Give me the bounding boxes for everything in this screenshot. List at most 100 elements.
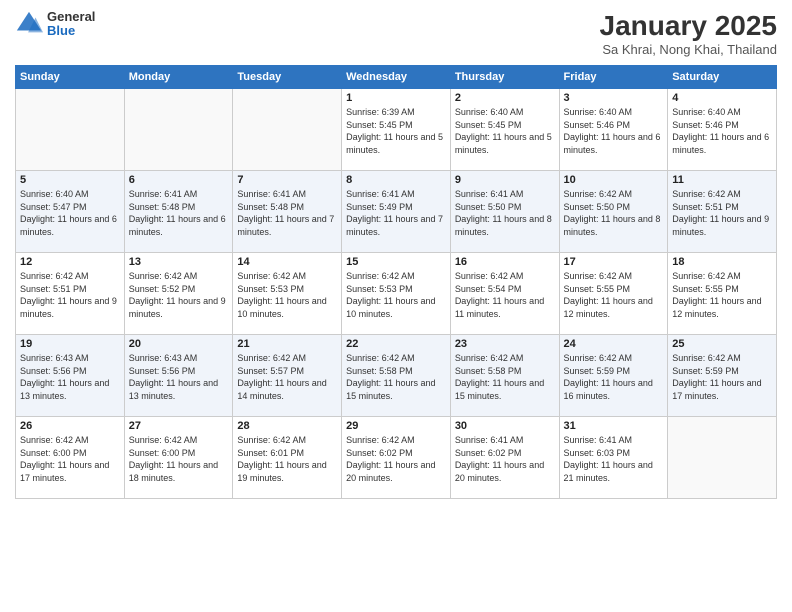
day-number: 2	[455, 92, 555, 104]
calendar-cell: 2 Sunrise: 6:40 AM Sunset: 5:45 PM Daylig…	[450, 89, 559, 171]
day-number: 9	[455, 174, 555, 186]
day-number: 25	[672, 338, 772, 350]
day-number: 16	[455, 256, 555, 268]
logo-general-text: General	[47, 10, 95, 24]
day-number: 21	[237, 338, 337, 350]
day-info: Sunrise: 6:42 AM Sunset: 5:58 PM Dayligh…	[346, 352, 446, 402]
day-number: 5	[20, 174, 120, 186]
day-number: 14	[237, 256, 337, 268]
location-subtitle: Sa Khrai, Nong Khai, Thailand	[600, 42, 777, 57]
day-info: Sunrise: 6:42 AM Sunset: 5:59 PM Dayligh…	[672, 352, 772, 402]
calendar-cell: 8 Sunrise: 6:41 AM Sunset: 5:49 PM Daylig…	[342, 171, 451, 253]
day-number: 12	[20, 256, 120, 268]
day-info: Sunrise: 6:41 AM Sunset: 5:48 PM Dayligh…	[237, 188, 337, 238]
calendar-cell: 30 Sunrise: 6:41 AM Sunset: 6:02 PM Dayli…	[450, 417, 559, 499]
day-number: 26	[20, 420, 120, 432]
day-number: 23	[455, 338, 555, 350]
calendar-cell: 25 Sunrise: 6:42 AM Sunset: 5:59 PM Dayli…	[668, 335, 777, 417]
day-number: 17	[564, 256, 664, 268]
day-info: Sunrise: 6:41 AM Sunset: 5:50 PM Dayligh…	[455, 188, 555, 238]
day-info: Sunrise: 6:42 AM Sunset: 5:58 PM Dayligh…	[455, 352, 555, 402]
day-info: Sunrise: 6:41 AM Sunset: 5:48 PM Dayligh…	[129, 188, 229, 238]
day-info: Sunrise: 6:42 AM Sunset: 5:54 PM Dayligh…	[455, 270, 555, 320]
calendar-cell	[16, 89, 125, 171]
calendar-cell: 5 Sunrise: 6:40 AM Sunset: 5:47 PM Daylig…	[16, 171, 125, 253]
day-info: Sunrise: 6:42 AM Sunset: 5:59 PM Dayligh…	[564, 352, 664, 402]
calendar-cell	[668, 417, 777, 499]
calendar-cell: 3 Sunrise: 6:40 AM Sunset: 5:46 PM Daylig…	[559, 89, 668, 171]
day-number: 10	[564, 174, 664, 186]
logo-text: General Blue	[47, 10, 95, 39]
weekday-header-thursday: Thursday	[450, 66, 559, 89]
calendar-week-3: 12Sunrise: 6:42 AM Sunset: 5:51 PM Dayli…	[16, 253, 777, 335]
day-number: 22	[346, 338, 446, 350]
calendar-cell	[124, 89, 233, 171]
day-number: 8	[346, 174, 446, 186]
calendar-cell: 7 Sunrise: 6:41 AM Sunset: 5:48 PM Daylig…	[233, 171, 342, 253]
calendar-cell: 20 Sunrise: 6:43 AM Sunset: 5:56 PM Dayli…	[124, 335, 233, 417]
day-info: Sunrise: 6:42 AM Sunset: 5:52 PM Dayligh…	[129, 270, 229, 320]
logo: General Blue	[15, 10, 95, 39]
month-title: January 2025	[600, 10, 777, 42]
day-info: Sunrise: 6:41 AM Sunset: 6:02 PM Dayligh…	[455, 434, 555, 484]
weekday-header-tuesday: Tuesday	[233, 66, 342, 89]
day-number: 4	[672, 92, 772, 104]
day-info: Sunrise: 6:40 AM Sunset: 5:46 PM Dayligh…	[564, 106, 664, 156]
day-info: Sunrise: 6:42 AM Sunset: 5:53 PM Dayligh…	[346, 270, 446, 320]
day-number: 24	[564, 338, 664, 350]
calendar-cell: 31 Sunrise: 6:41 AM Sunset: 6:03 PM Dayli…	[559, 417, 668, 499]
calendar-cell: 19Sunrise: 6:43 AM Sunset: 5:56 PM Dayli…	[16, 335, 125, 417]
weekday-header-sunday: Sunday	[16, 66, 125, 89]
calendar-cell: 1Sunrise: 6:39 AM Sunset: 5:45 PM Daylig…	[342, 89, 451, 171]
day-info: Sunrise: 6:41 AM Sunset: 6:03 PM Dayligh…	[564, 434, 664, 484]
day-info: Sunrise: 6:41 AM Sunset: 5:49 PM Dayligh…	[346, 188, 446, 238]
weekday-header-friday: Friday	[559, 66, 668, 89]
day-info: Sunrise: 6:43 AM Sunset: 5:56 PM Dayligh…	[129, 352, 229, 402]
header: General Blue January 2025 Sa Khrai, Nong…	[15, 10, 777, 57]
calendar-cell: 27 Sunrise: 6:42 AM Sunset: 6:00 PM Dayli…	[124, 417, 233, 499]
day-info: Sunrise: 6:39 AM Sunset: 5:45 PM Dayligh…	[346, 106, 446, 156]
calendar-cell: 13Sunrise: 6:42 AM Sunset: 5:52 PM Dayli…	[124, 253, 233, 335]
day-info: Sunrise: 6:42 AM Sunset: 5:53 PM Dayligh…	[237, 270, 337, 320]
day-number: 6	[129, 174, 229, 186]
day-number: 19	[20, 338, 120, 350]
weekday-header-wednesday: Wednesday	[342, 66, 451, 89]
calendar-cell: 9 Sunrise: 6:41 AM Sunset: 5:50 PM Daylig…	[450, 171, 559, 253]
calendar-cell: 28Sunrise: 6:42 AM Sunset: 6:01 PM Dayli…	[233, 417, 342, 499]
calendar-week-4: 19 Sunrise: 6:43 AM Sunset: 5:56 PM Dayli…	[16, 335, 777, 417]
day-info: Sunrise: 6:40 AM Sunset: 5:45 PM Dayligh…	[455, 106, 555, 156]
day-info: Sunrise: 6:42 AM Sunset: 6:00 PM Dayligh…	[129, 434, 229, 484]
day-info: Sunrise: 6:42 AM Sunset: 6:01 PM Dayligh…	[237, 434, 337, 484]
day-number: 7	[237, 174, 337, 186]
calendar-cell: 11 Sunrise: 6:42 AM Sunset: 5:51 PM Dayli…	[668, 171, 777, 253]
calendar-cell	[233, 89, 342, 171]
calendar-table: SundayMondayTuesdayWednesdayThursdayFrid…	[15, 65, 777, 499]
calendar-cell: 22 Sunrise: 6:42 AM Sunset: 5:58 PM Dayli…	[342, 335, 451, 417]
day-info: Sunrise: 6:42 AM Sunset: 5:55 PM Dayligh…	[672, 270, 772, 320]
day-number: 11	[672, 174, 772, 186]
day-number: 31	[564, 420, 664, 432]
calendar-cell: 10 Sunrise: 6:42 AM Sunset: 5:50 PM Dayli…	[559, 171, 668, 253]
day-info: Sunrise: 6:42 AM Sunset: 5:57 PM Dayligh…	[237, 352, 337, 402]
calendar-cell: 15Sunrise: 6:42 AM Sunset: 5:53 PM Dayli…	[342, 253, 451, 335]
day-info: Sunrise: 6:42 AM Sunset: 6:00 PM Dayligh…	[20, 434, 120, 484]
weekday-header-row: SundayMondayTuesdayWednesdayThursdayFrid…	[16, 66, 777, 89]
day-number: 20	[129, 338, 229, 350]
calendar-cell: 24 Sunrise: 6:42 AM Sunset: 5:59 PM Dayli…	[559, 335, 668, 417]
day-info: Sunrise: 6:42 AM Sunset: 6:02 PM Dayligh…	[346, 434, 446, 484]
weekday-header-monday: Monday	[124, 66, 233, 89]
title-block: January 2025 Sa Khrai, Nong Khai, Thaila…	[600, 10, 777, 57]
day-info: Sunrise: 6:42 AM Sunset: 5:50 PM Dayligh…	[564, 188, 664, 238]
calendar-cell: 17 Sunrise: 6:42 AM Sunset: 5:55 PM Dayli…	[559, 253, 668, 335]
day-info: Sunrise: 6:40 AM Sunset: 5:47 PM Dayligh…	[20, 188, 120, 238]
day-info: Sunrise: 6:42 AM Sunset: 5:55 PM Dayligh…	[564, 270, 664, 320]
day-number: 3	[564, 92, 664, 104]
calendar-week-5: 26 Sunrise: 6:42 AM Sunset: 6:00 PM Dayli…	[16, 417, 777, 499]
calendar-cell: 16 Sunrise: 6:42 AM Sunset: 5:54 PM Dayli…	[450, 253, 559, 335]
day-number: 27	[129, 420, 229, 432]
day-number: 30	[455, 420, 555, 432]
day-info: Sunrise: 6:42 AM Sunset: 5:51 PM Dayligh…	[672, 188, 772, 238]
day-number: 18	[672, 256, 772, 268]
weekday-header-saturday: Saturday	[668, 66, 777, 89]
day-info: Sunrise: 6:40 AM Sunset: 5:46 PM Dayligh…	[672, 106, 772, 156]
